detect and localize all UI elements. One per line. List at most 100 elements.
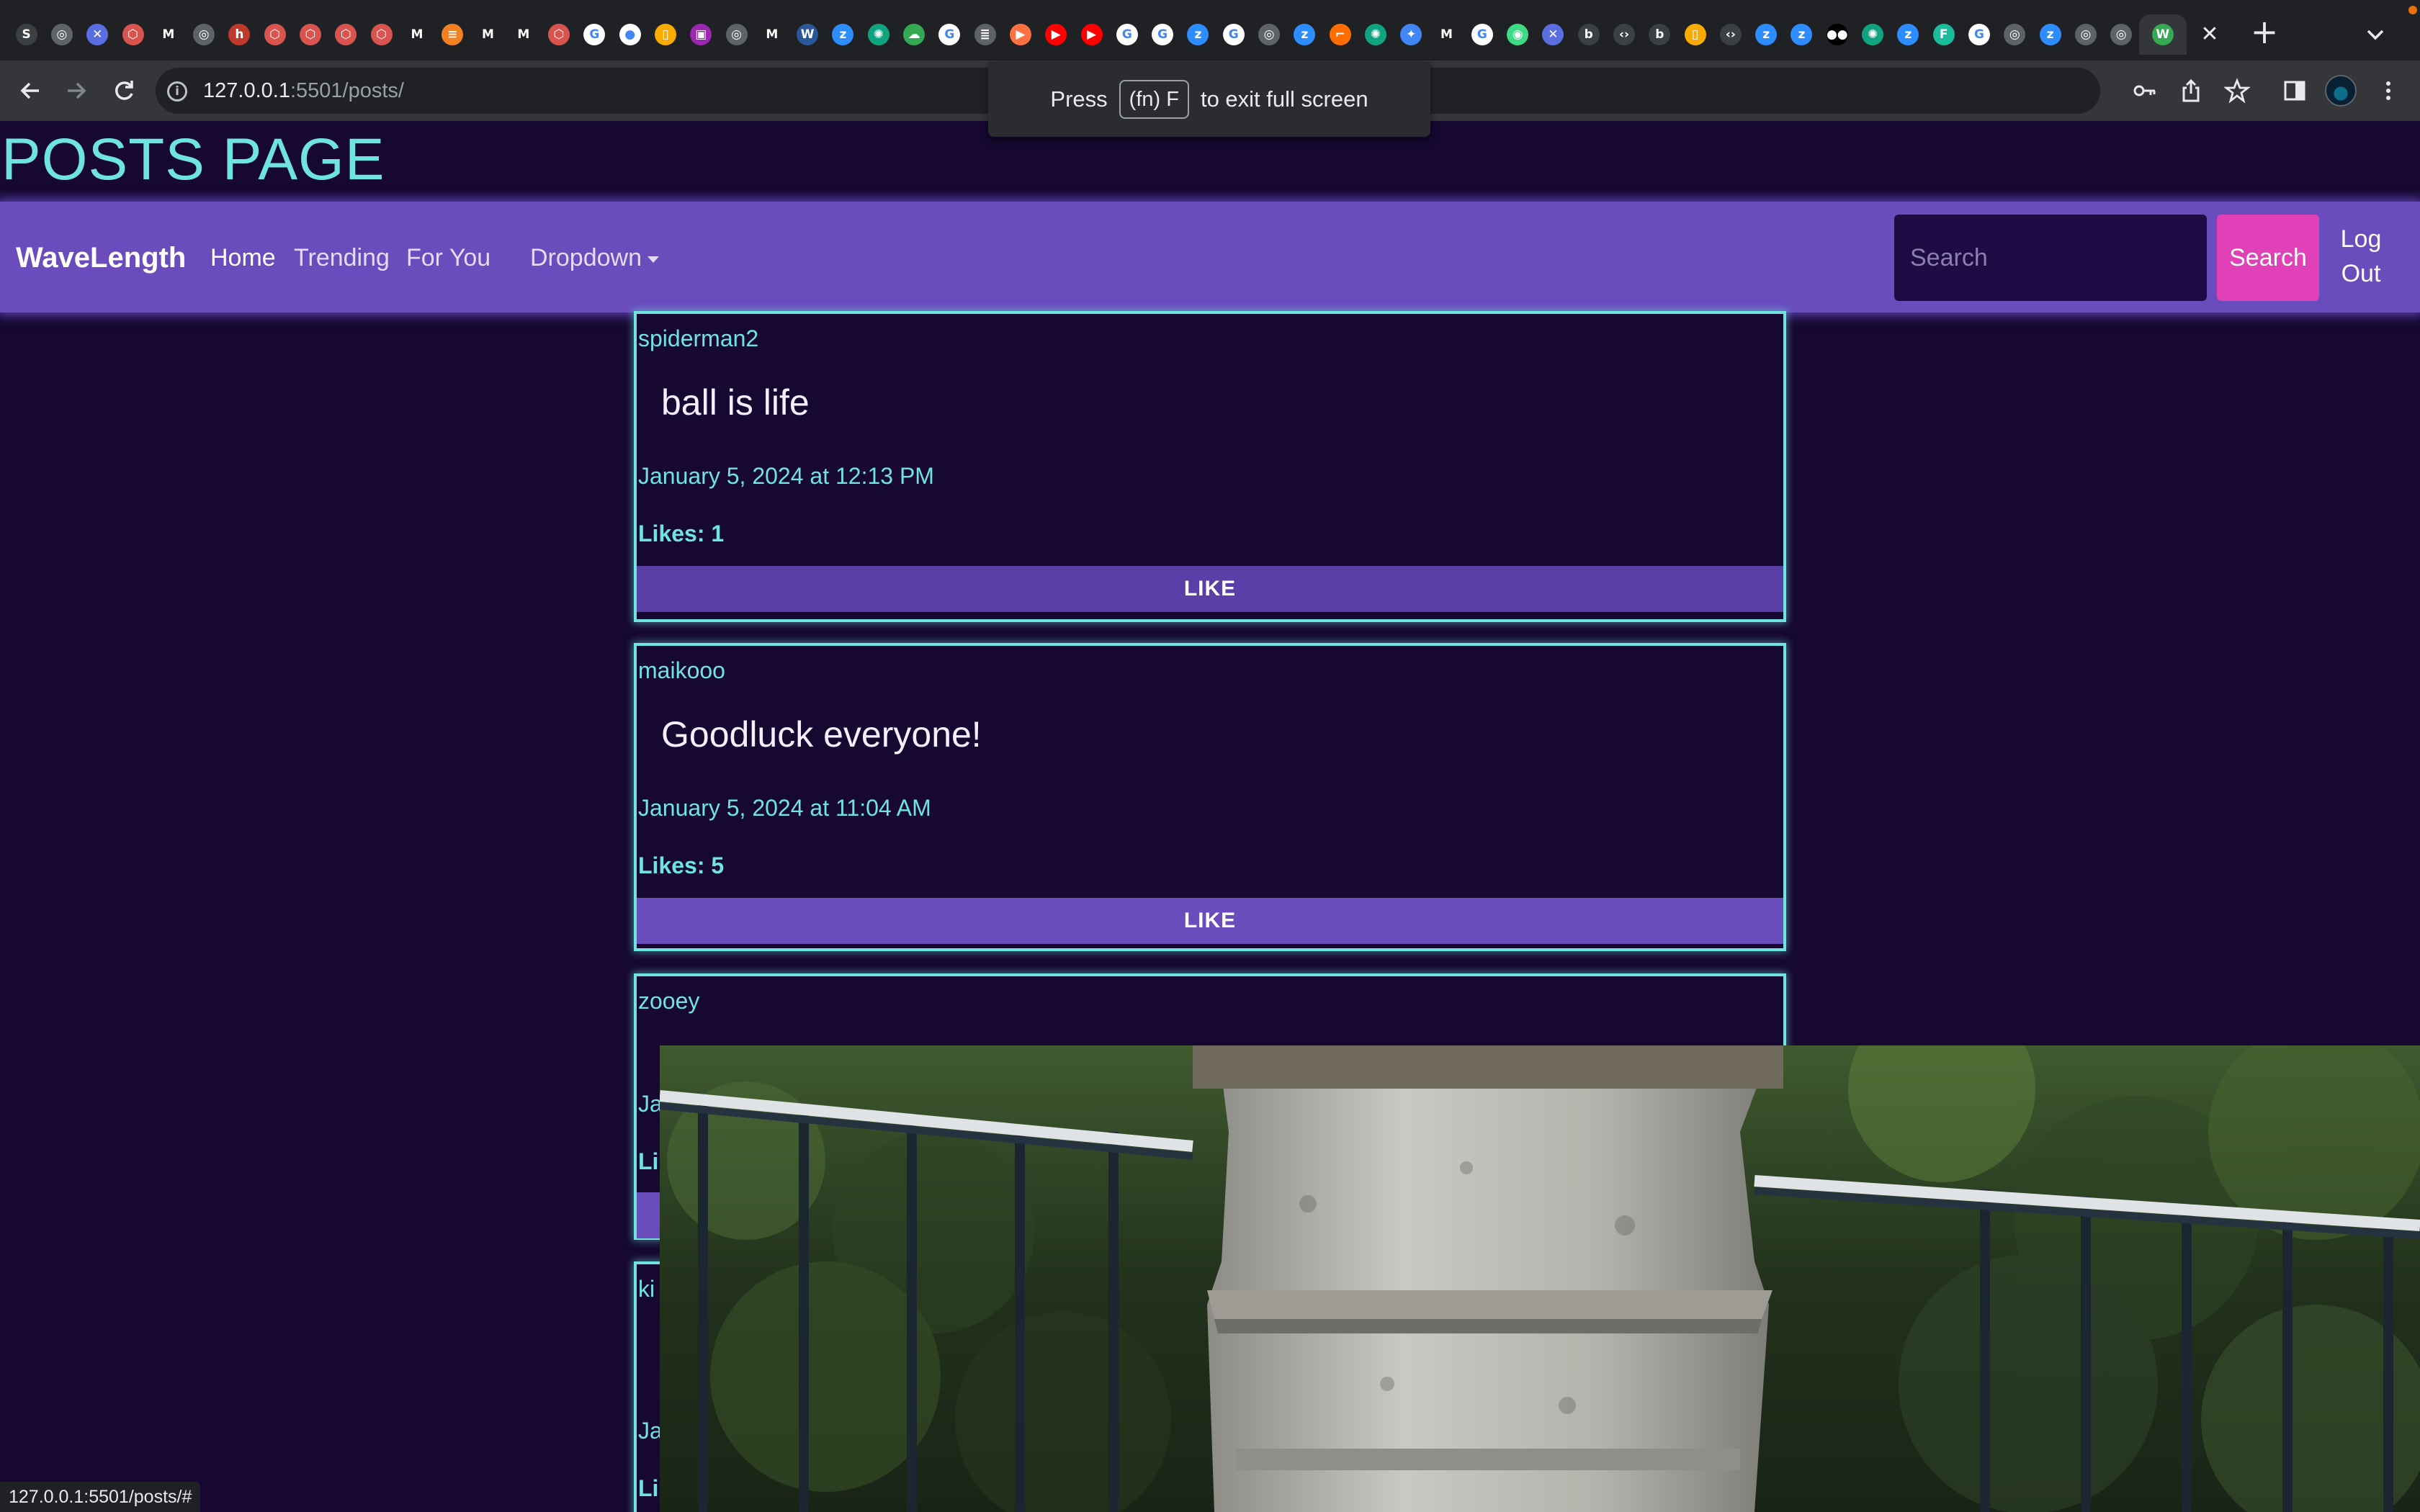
browser-tab[interactable]: ☁ xyxy=(896,14,931,55)
browser-tab[interactable]: ● xyxy=(612,14,647,55)
browser-tab[interactable]: F xyxy=(1926,14,1961,55)
browser-tab[interactable]: ▣ xyxy=(684,14,719,55)
url-text[interactable]: 127.0.0.1:5501/posts/ xyxy=(203,76,404,105)
post-username[interactable]: ki xyxy=(638,1274,655,1303)
browser-tab[interactable]: ✺ xyxy=(861,14,896,55)
browser-tab[interactable]: ◎ xyxy=(1251,14,1286,55)
tab-search-button[interactable] xyxy=(2360,19,2391,50)
browser-tab[interactable]: ‹› xyxy=(1606,14,1641,55)
browser-tab[interactable]: ⬡ xyxy=(328,14,364,55)
browser-tab[interactable]: M xyxy=(754,14,789,55)
toast-text-before: Press xyxy=(1050,86,1108,112)
browser-tab[interactable]: ✦ xyxy=(1394,14,1429,55)
share-button[interactable] xyxy=(2174,73,2208,108)
browser-tab[interactable]: G xyxy=(1961,14,1996,55)
browser-tab[interactable]: M xyxy=(506,14,541,55)
post-username[interactable]: spiderman2 xyxy=(638,324,758,353)
browser-tab[interactable]: M xyxy=(470,14,506,55)
browser-tab[interactable]: z xyxy=(825,14,861,55)
close-tab-icon[interactable]: ✕ xyxy=(2195,20,2224,49)
browser-tab[interactable]: ⬡ xyxy=(364,14,399,55)
browser-tab[interactable]: ◎ xyxy=(2068,14,2103,55)
browser-tab[interactable]: S xyxy=(9,14,44,55)
side-panel-button[interactable] xyxy=(2277,73,2312,108)
brand-link[interactable]: WaveLength xyxy=(16,238,186,278)
browser-tab[interactable]: b xyxy=(1642,14,1677,55)
google-icon: G xyxy=(1968,24,1990,45)
browser-tab[interactable]: G xyxy=(932,14,967,55)
browser-tab[interactable]: G xyxy=(1109,14,1144,55)
browser-tab[interactable]: z xyxy=(1784,14,1819,55)
browser-tab[interactable]: ◎ xyxy=(186,14,221,55)
post-username[interactable]: zooey xyxy=(638,986,699,1015)
browser-tab[interactable]: M xyxy=(399,14,434,55)
search-input[interactable] xyxy=(1894,215,2207,301)
browser-tab[interactable]: ‹› xyxy=(1713,14,1748,55)
bookmark-star-button[interactable] xyxy=(2220,73,2254,108)
site-info-icon[interactable]: i xyxy=(167,81,187,102)
browser-tab[interactable]: G xyxy=(577,14,612,55)
browser-tab[interactable]: ⬡ xyxy=(115,14,151,55)
globe-icon: ◎ xyxy=(50,24,73,45)
post-username[interactable]: maikooo xyxy=(638,656,725,685)
browser-tab[interactable]: ✕ xyxy=(1536,14,1571,55)
browser-tab[interactable]: ◎ xyxy=(1997,14,2033,55)
browser-tab[interactable]: W xyxy=(790,14,825,55)
browser-tab[interactable]: G xyxy=(1216,14,1251,55)
nav-dropdown-toggle[interactable]: Dropdown xyxy=(530,239,659,276)
search-button[interactable]: Search xyxy=(2217,215,2319,301)
browser-tab[interactable]: ✺ xyxy=(1855,14,1890,55)
browser-tab[interactable]: W xyxy=(2138,14,2187,55)
browser-tab[interactable]: M xyxy=(1429,14,1464,55)
browser-menu-button[interactable] xyxy=(2371,73,2406,108)
browser-tab[interactable]: h xyxy=(222,14,257,55)
browser-tab[interactable]: b xyxy=(1571,14,1606,55)
browser-tab-bar: S ◎ ✕ ⬡ M ◎ h ⬡ ⬡ ⬡ ⬡ M ≡ M M ⬡ G ● ▯ ▣ ◎ M Wz ✺ ☁ G ≣ ▶ ▶ ▶ G Gz G ◎ z ⌐ ✺ ✦… xyxy=(0,0,2420,60)
browser-tab[interactable]: ▶ xyxy=(1003,14,1038,55)
nav-link-home[interactable]: Home xyxy=(210,239,276,276)
nav-link-trending[interactable]: Trending xyxy=(294,239,390,276)
openai-icon: ✺ xyxy=(1364,24,1386,45)
google-icon: G xyxy=(1116,24,1138,45)
browser-tab[interactable]: G xyxy=(1464,14,1500,55)
toast-text-after: to exit full screen xyxy=(1200,86,1368,112)
browser-tab[interactable]: ▯ xyxy=(647,14,683,55)
browser-tab[interactable]: ≣ xyxy=(967,14,1003,55)
browser-tab[interactable]: ●● xyxy=(1819,14,1855,55)
browser-tab[interactable]: ▯ xyxy=(1677,14,1713,55)
tools-icon: ✕ xyxy=(1542,24,1564,45)
browser-tab[interactable]: ◎ xyxy=(44,14,79,55)
figma-icon: F xyxy=(1932,24,1955,45)
browser-tab[interactable]: ◉ xyxy=(1500,14,1535,55)
browser-tab[interactable]: ≡ xyxy=(435,14,470,55)
browser-tab[interactable]: ⌐ xyxy=(1322,14,1358,55)
browser-tab[interactable]: M xyxy=(151,14,186,55)
browser-tab[interactable]: z xyxy=(1749,14,1784,55)
browser-tab[interactable]: z xyxy=(1287,14,1322,55)
nav-link-for-you[interactable]: For You xyxy=(406,239,490,276)
browser-tab[interactable]: ◎ xyxy=(2104,14,2139,55)
browser-tab[interactable]: ⬡ xyxy=(541,14,576,55)
reload-button[interactable] xyxy=(107,73,141,108)
like-button[interactable]: LIKE xyxy=(637,566,1783,612)
browser-tab[interactable]: z xyxy=(1891,14,1926,55)
password-key-button[interactable] xyxy=(2128,73,2162,108)
logout-link[interactable]: Log Out xyxy=(2332,222,2390,291)
browser-tab[interactable]: ⬡ xyxy=(292,14,328,55)
browser-tab[interactable]: z xyxy=(2033,14,2068,55)
browser-tab[interactable]: ⬡ xyxy=(257,14,292,55)
browser-tab[interactable]: ◎ xyxy=(719,14,754,55)
browser-tab[interactable]: ✕ xyxy=(80,14,115,55)
post-card: spiderman2 ball is life January 5, 2024 … xyxy=(634,311,1786,622)
browser-tab[interactable]: z xyxy=(1180,14,1216,55)
post-likes: Likes: 1 xyxy=(638,521,725,546)
browser-tab[interactable]: ✺ xyxy=(1358,14,1393,55)
browser-tab[interactable]: ▶ xyxy=(1039,14,1074,55)
browser-tab[interactable]: G xyxy=(1145,14,1180,55)
back-button[interactable] xyxy=(13,73,48,108)
forward-button[interactable] xyxy=(59,73,94,108)
browser-tab[interactable]: ▶ xyxy=(1074,14,1109,55)
profile-avatar[interactable] xyxy=(2325,75,2357,107)
new-tab-button[interactable]: + xyxy=(2247,15,2282,50)
like-button[interactable]: LIKE xyxy=(637,898,1783,944)
